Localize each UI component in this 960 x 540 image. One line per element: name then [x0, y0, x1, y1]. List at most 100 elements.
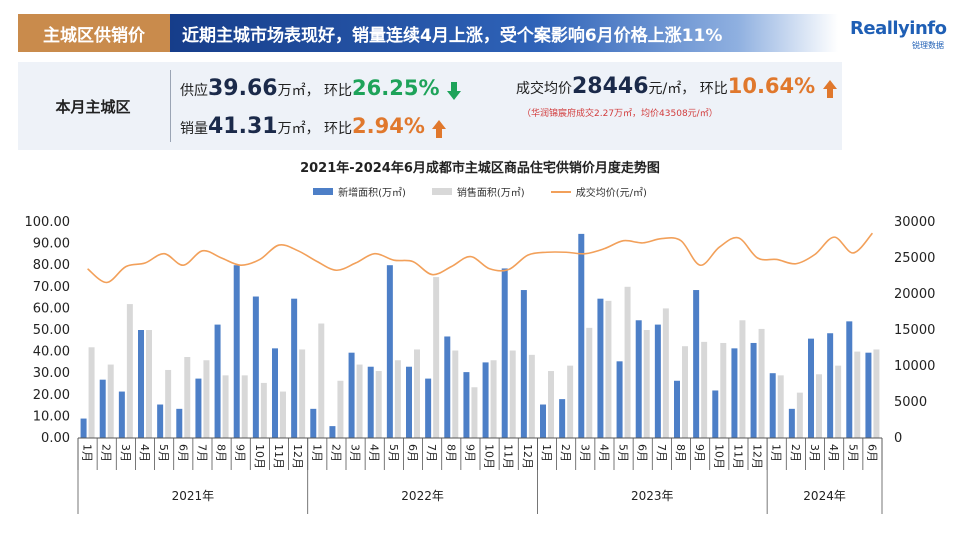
x-month-label: 3月 — [808, 444, 821, 462]
supply-bar — [195, 378, 202, 438]
sales-bar — [548, 371, 554, 438]
x-year-label: 2022年 — [401, 489, 444, 503]
sales-bar — [165, 369, 172, 438]
headline-banner: 近期主城市场表现好，销量连续4月上涨，受个案影响6月价格上涨11% — [170, 14, 838, 52]
y-right-tick-label: 25000 — [894, 251, 935, 266]
sales-bar — [586, 327, 593, 438]
y-right-tick-label: 20000 — [894, 287, 935, 302]
sales-bar — [758, 328, 765, 438]
x-month-label: 2月 — [559, 444, 572, 462]
x-month-label: 12月 — [521, 444, 534, 469]
sales-mom-value: 2.94% — [352, 114, 425, 138]
price-line: 成交均价28446元/㎡， 环比10.64% — [516, 74, 838, 99]
x-month-label: 5月 — [157, 444, 170, 462]
supply-bar — [597, 298, 604, 438]
supply-bar — [99, 379, 106, 438]
logo-text: Reallyinfo — [850, 18, 947, 39]
x-month-label: 2月 — [100, 444, 113, 462]
sales-bar — [739, 320, 746, 438]
arrow-up-icon — [822, 80, 837, 98]
x-month-label: 9月 — [693, 444, 706, 462]
y-right-tick-label: 15000 — [894, 323, 935, 338]
y-left-tick-label: 0.00 — [41, 431, 70, 446]
supply-bar — [252, 296, 259, 438]
y-right-tick-label: 5000 — [894, 395, 927, 410]
supply-bar — [520, 290, 527, 438]
arrow-down-icon — [446, 82, 461, 100]
supply-mom-value: 26.25% — [352, 76, 440, 100]
price-note: （华润锦宸府成交2.27万㎡，均价43508元/㎡） — [522, 109, 718, 119]
supply-bar — [808, 338, 814, 438]
sales-bar — [88, 347, 95, 438]
arrow-up-icon — [432, 120, 447, 138]
sales-bar — [816, 374, 822, 438]
x-month-label: 7月 — [195, 444, 208, 462]
x-month-label: 11月 — [502, 444, 515, 469]
sales-bar — [356, 364, 363, 438]
supply-bar — [731, 348, 738, 438]
x-month-label: 2月 — [329, 444, 342, 462]
x-month-label: 4月 — [827, 444, 840, 462]
supply-line: 供应39.66万㎡， 环比26.25% — [180, 76, 462, 101]
sales-bar — [662, 308, 669, 438]
x-month-label: 8月 — [215, 444, 228, 462]
x-month-label: 9月 — [234, 444, 247, 462]
supply-bar — [712, 390, 719, 438]
sales-bar — [184, 357, 191, 438]
sales-bar — [318, 323, 325, 438]
x-month-label: 3月 — [578, 444, 591, 462]
supply-bar — [578, 233, 585, 438]
sales-bar — [375, 371, 382, 438]
sales-bar — [643, 330, 650, 438]
x-month-label: 8月 — [674, 444, 687, 462]
legend-sales-label: 销售面积(万㎡) — [456, 188, 525, 199]
x-month-label: 5月 — [617, 444, 630, 462]
supply-bar — [291, 298, 298, 438]
reallyinfo-logo: Reallyinfo 锐理数据 — [848, 14, 950, 54]
supply-bar — [769, 373, 776, 438]
supply-mom-label: 环比 — [324, 83, 353, 99]
sales-bar — [777, 375, 784, 438]
y-left-tick-label: 50.00 — [33, 323, 70, 338]
y-left-tick-label: 70.00 — [33, 280, 70, 295]
x-month-label: 3月 — [119, 444, 132, 462]
sales-bar — [720, 342, 727, 438]
supply-bar — [444, 336, 451, 438]
supply-bar — [138, 330, 144, 438]
sales-bar — [299, 349, 306, 438]
legend-supply: 新增面积(万㎡) — [313, 184, 406, 199]
x-month-label: 6月 — [406, 444, 419, 462]
supply-bar — [693, 290, 700, 438]
sales-bar — [682, 346, 688, 438]
supply-bar — [501, 268, 508, 438]
y-left-tick-label: 20.00 — [33, 388, 70, 403]
supply-value: 39.66 — [208, 76, 278, 101]
y-left-tick-label: 10.00 — [33, 409, 70, 424]
supply-bar — [367, 366, 374, 438]
x-month-label: 4月 — [368, 444, 381, 462]
sales-bar — [337, 380, 344, 438]
y-left-tick-label: 60.00 — [33, 301, 70, 316]
x-month-label: 10月 — [712, 444, 725, 469]
sales-bar — [490, 360, 497, 438]
sales-bar — [126, 304, 133, 438]
sales-bar — [394, 360, 401, 438]
supply-bar — [386, 265, 393, 438]
x-month-label: 8月 — [444, 444, 457, 462]
y-left-tick-label: 80.00 — [33, 258, 70, 273]
supply-sales-price-chart: 0.00 10.00 20.00 30.00 40.00 50.00 60.00 70.00 8… — [25, 215, 935, 514]
price-mom-value: 10.64% — [727, 74, 816, 98]
x-month-label: 4月 — [597, 444, 610, 462]
x-month-label: 1月 — [81, 444, 94, 462]
logo-subtext: 锐理数据 — [912, 41, 944, 50]
supply-bar — [788, 408, 795, 438]
x-month-label: 11月 — [272, 444, 285, 469]
supply-prefix: 供应 — [180, 83, 208, 99]
supply-bar — [635, 320, 642, 438]
x-month-label: 7月 — [655, 444, 668, 462]
x-month-label: 6月 — [865, 444, 878, 462]
legend-price-label: 成交均价(元/㎡) — [575, 188, 647, 199]
x-year-label: 2024年 — [803, 489, 846, 503]
sales-bar — [414, 349, 420, 438]
supply-bar — [616, 361, 623, 438]
